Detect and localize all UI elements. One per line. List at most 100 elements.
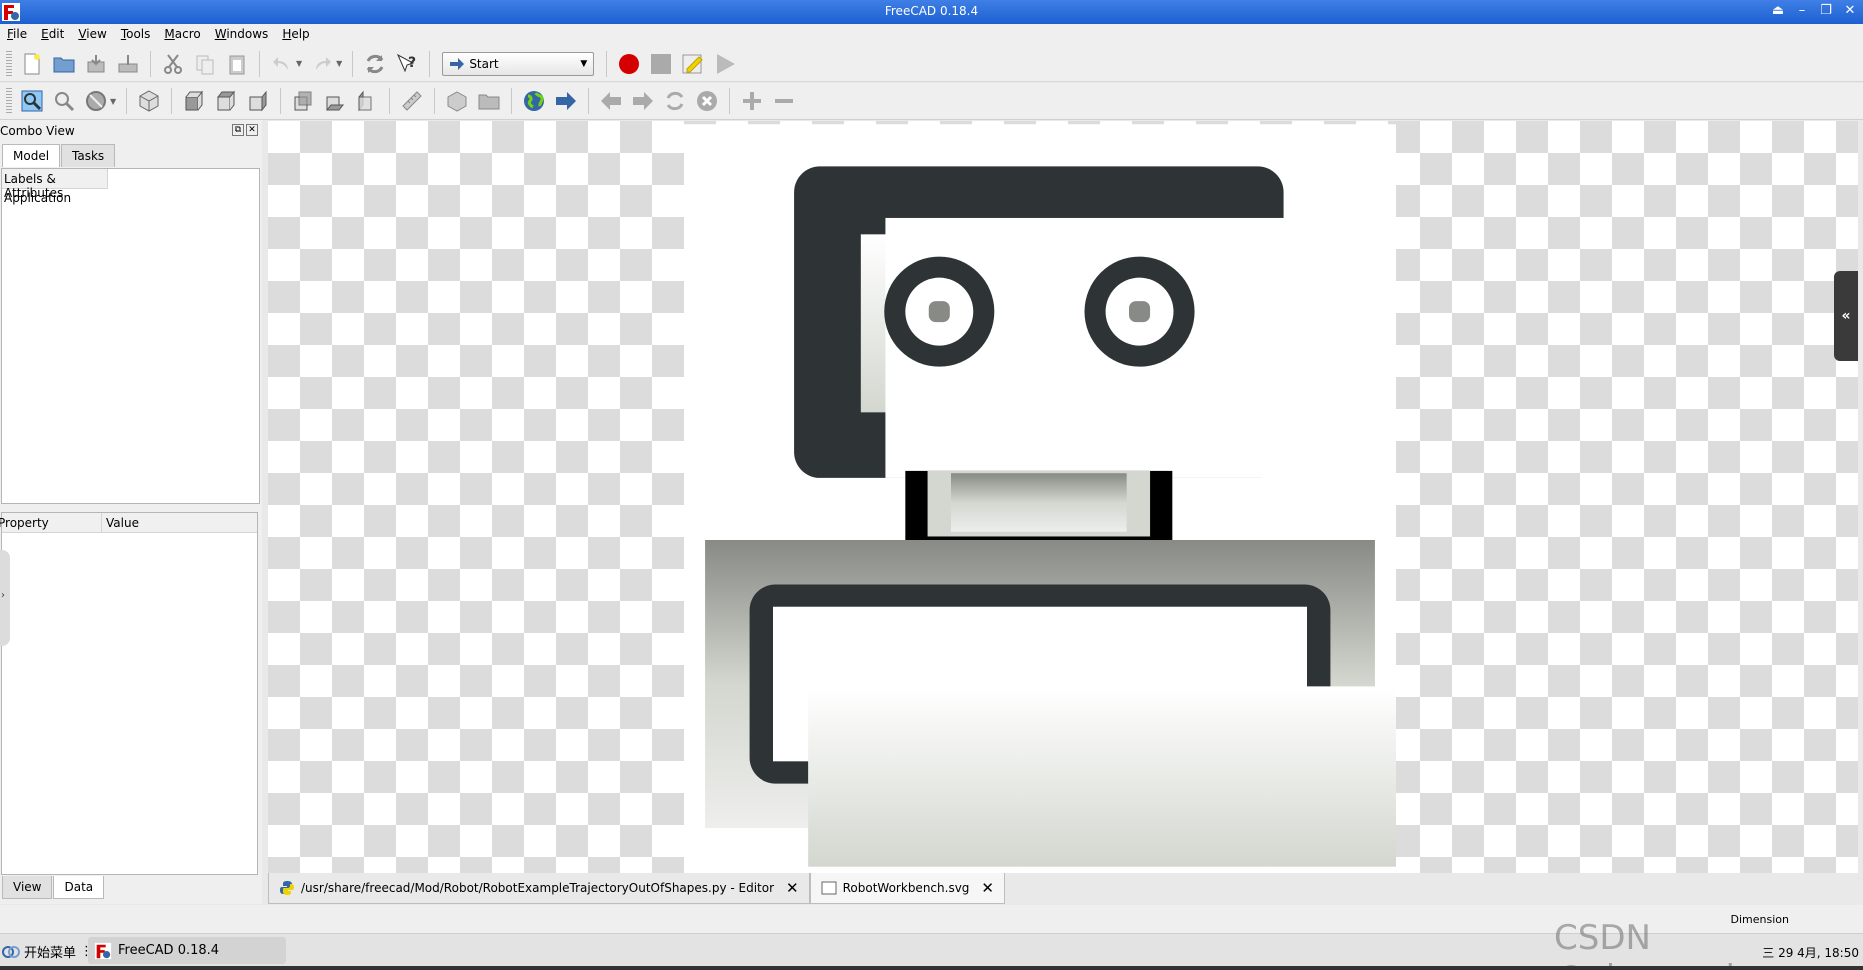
arrow-right-icon — [450, 57, 465, 70]
save-icon[interactable] — [82, 50, 110, 78]
web-go-icon[interactable] — [552, 87, 580, 115]
draw-style-icon[interactable] — [82, 87, 110, 115]
robot-right-eye — [1084, 256, 1195, 367]
web-stop-icon[interactable] — [693, 87, 721, 115]
screen-bottom-edge — [0, 966, 1863, 970]
svg-document-icon — [821, 881, 837, 895]
undo-icon[interactable] — [268, 50, 296, 78]
view-right-icon[interactable] — [244, 87, 272, 115]
float-panel-icon[interactable]: ⧉ — [232, 124, 244, 136]
svg-text:?: ? — [408, 55, 416, 71]
menu-windows[interactable]: Windows — [208, 24, 276, 46]
refresh-icon[interactable] — [361, 50, 389, 78]
tab-tasks[interactable]: Tasks — [61, 144, 116, 167]
fit-all-icon[interactable] — [18, 87, 46, 115]
toolbar-grip[interactable] — [6, 50, 12, 77]
value-column-header[interactable]: Value — [102, 513, 257, 532]
workbench-selected-label: Start — [469, 56, 499, 71]
title-bar: FreeCAD 0.18.4 ⏏ – ❐ ✕ — [0, 0, 1863, 24]
undo-dropdown-icon[interactable]: ▼ — [296, 59, 302, 68]
chevron-down-icon: ▼ — [580, 58, 588, 69]
property-column-header[interactable]: Property — [0, 513, 102, 532]
zoom-out-icon[interactable] — [770, 87, 798, 115]
expand-panel-button[interactable]: « — [1834, 271, 1858, 361]
taskbar-item-freecad[interactable]: FreeCAD 0.18.4 — [88, 937, 286, 964]
create-group-icon[interactable] — [475, 87, 503, 115]
start-menu-button[interactable]: 开始菜单 ⋮ — [2, 942, 93, 961]
tab-data[interactable]: Data — [53, 876, 105, 899]
menu-file[interactable]: File — [0, 24, 34, 46]
redo-icon[interactable] — [308, 50, 336, 78]
close-panel-icon[interactable]: ✕ — [246, 124, 258, 136]
web-back-icon[interactable] — [597, 87, 625, 115]
start-menu-label: 开始菜单 — [24, 946, 77, 961]
svg-tab-label: RobotWorkbench.svg — [842, 881, 970, 895]
view-left-icon[interactable] — [353, 87, 381, 115]
csdn-watermark: CSDN @zhangrelay — [1554, 918, 1776, 970]
property-editor: Property Value — [0, 512, 258, 875]
zoom-in-icon[interactable] — [738, 87, 766, 115]
save-as-icon[interactable] — [114, 50, 142, 78]
toolbar-grip[interactable] — [6, 88, 12, 114]
web-globe-icon[interactable] — [520, 87, 548, 115]
tab-svg-document[interactable]: RobotWorkbench.svg ✕ — [809, 873, 1005, 904]
python-icon — [280, 881, 294, 895]
menu-view[interactable]: View — [71, 24, 113, 46]
paste-icon[interactable] — [223, 50, 251, 78]
combo-view-title: Combo View — [0, 124, 75, 138]
menu-tools[interactable]: Tools — [114, 24, 158, 46]
freecad-app-icon — [94, 942, 112, 959]
tab-editor-document[interactable]: /usr/share/freecad/Mod/Robot/RobotExampl… — [268, 873, 810, 904]
tree-item-application[interactable]: Application — [2, 189, 259, 207]
panel-splitter-handle[interactable]: › — [0, 550, 10, 646]
taskbar-item-label: FreeCAD 0.18.4 — [118, 943, 220, 958]
maximize-window-icon[interactable]: ❐ — [1817, 2, 1835, 20]
freecad-window: FreeCAD 0.18.4 ⏏ – ❐ ✕ File Edit View To… — [0, 0, 1863, 970]
redo-dropdown-icon[interactable]: ▼ — [336, 59, 342, 68]
draw-style-dropdown-icon[interactable]: ▼ — [110, 97, 116, 106]
model-tree: Labels & Attributes Application — [1, 168, 260, 504]
record-macro-icon[interactable] — [615, 50, 643, 78]
tab-model[interactable]: Model — [2, 144, 61, 167]
tab-view[interactable]: View — [2, 876, 53, 899]
menu-edit[interactable]: Edit — [34, 24, 71, 46]
shade-window-icon[interactable]: ⏏ — [1769, 2, 1787, 20]
create-part-icon[interactable] — [443, 87, 471, 115]
view-toolbar: ▼ — [0, 83, 1863, 120]
close-tab-icon[interactable]: ✕ — [786, 879, 799, 897]
robot-workbench-image — [684, 124, 1396, 873]
main-toolbar: ▼ ▼ ? Start ▼ — [0, 46, 1863, 82]
close-window-icon[interactable]: ✕ — [1841, 2, 1859, 20]
whats-this-icon[interactable]: ? — [393, 50, 421, 78]
copy-icon[interactable] — [191, 50, 219, 78]
view-bottom-icon[interactable] — [321, 87, 349, 115]
stop-macro-icon[interactable] — [647, 50, 675, 78]
chevron-right-icon: › — [1, 590, 5, 601]
document-tabs: /usr/share/freecad/Mod/Robot/RobotExampl… — [268, 873, 1005, 905]
combo-view-panel: Combo View ⧉ ✕ Model Tasks Labels & Attr… — [0, 120, 262, 904]
new-file-icon[interactable] — [18, 50, 46, 78]
close-tab-icon[interactable]: ✕ — [981, 879, 994, 897]
fit-selection-icon[interactable] — [50, 87, 78, 115]
menu-help[interactable]: Help — [275, 24, 316, 46]
view-front-icon[interactable] — [180, 87, 208, 115]
web-forward-icon[interactable] — [629, 87, 657, 115]
minimize-window-icon[interactable]: – — [1793, 2, 1811, 20]
open-file-icon[interactable] — [50, 50, 78, 78]
window-title: FreeCAD 0.18.4 — [884, 4, 979, 18]
svg-viewer[interactable]: « — [268, 121, 1858, 873]
tree-header[interactable]: Labels & Attributes — [2, 169, 108, 200]
cut-icon[interactable] — [159, 50, 187, 78]
measure-distance-icon[interactable] — [398, 87, 426, 115]
run-macro-icon[interactable] — [711, 50, 739, 78]
view-rear-icon[interactable] — [289, 87, 317, 115]
edit-macro-icon[interactable] — [679, 50, 707, 78]
menu-bar: File Edit View Tools Macro Windows Help — [0, 24, 1863, 46]
view-top-icon[interactable] — [212, 87, 240, 115]
start-menu-icon — [2, 945, 20, 958]
workbench-selector[interactable]: Start ▼ — [442, 51, 595, 76]
view-axonometric-icon[interactable] — [135, 87, 163, 115]
editor-tab-label: /usr/share/freecad/Mod/Robot/RobotExampl… — [301, 881, 775, 895]
menu-macro[interactable]: Macro — [157, 24, 207, 46]
web-refresh-icon[interactable] — [661, 87, 689, 115]
